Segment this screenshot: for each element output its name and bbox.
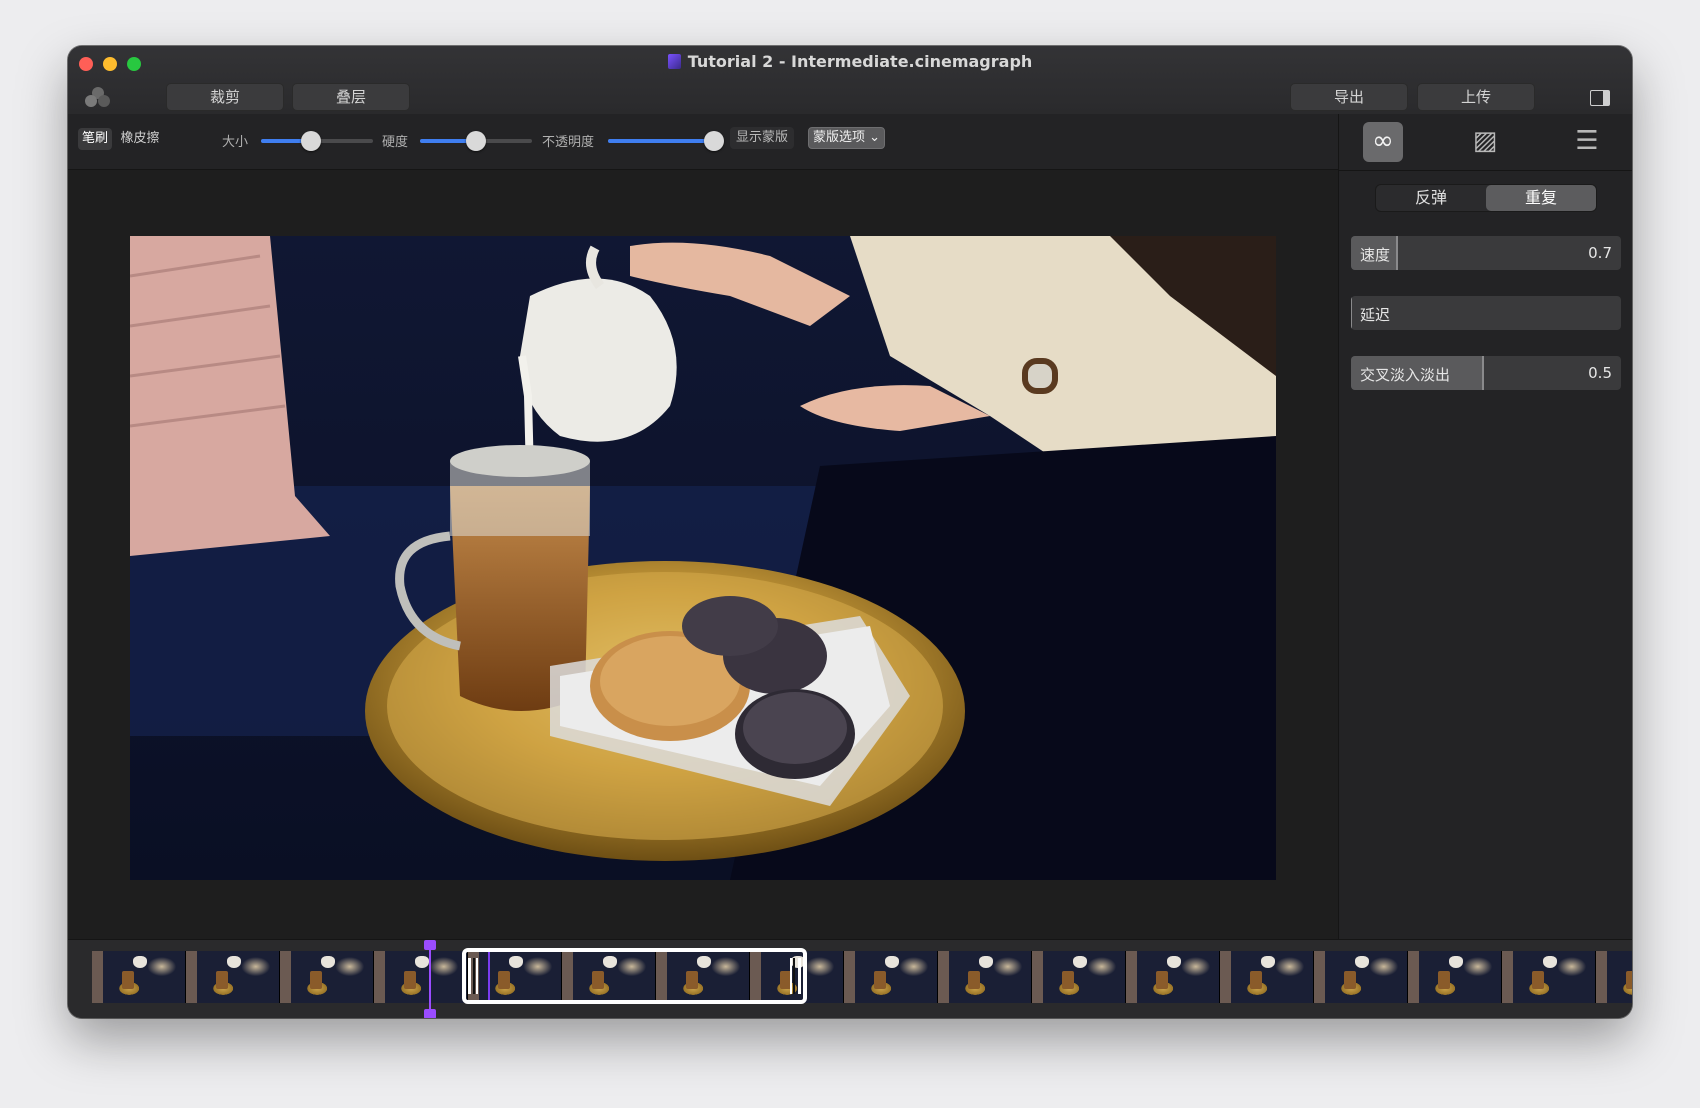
sliders-icon[interactable]: ☰ [1567, 122, 1607, 162]
hardness-slider-knob[interactable] [466, 131, 486, 151]
timeline-frame [1502, 951, 1596, 1003]
window-title-text: Tutorial 2 - Intermediate.cinemagraph [687, 52, 1033, 71]
loop-mode-control: 反弹 重复 [1375, 184, 1597, 212]
timeline-frame [1596, 951, 1632, 1003]
show-mask-toggle[interactable]: 显示蒙版 [730, 127, 795, 149]
loop-settings-panel: ∞ ▨ ☰ 反弹 重复 速度 0.7 延迟 交叉淡入淡出 0.5 [1338, 114, 1632, 939]
speed-label: 速度 [1360, 246, 1391, 264]
playhead[interactable] [424, 940, 436, 1018]
title-bar: Tutorial 2 - Intermediate.cinemagraph 裁剪… [68, 46, 1632, 115]
speed-value: 0.7 [1588, 244, 1612, 262]
size-slider[interactable] [261, 131, 373, 151]
timeline-frame [1408, 951, 1502, 1003]
delay-slider[interactable]: 延迟 [1351, 296, 1621, 330]
mask-options-dropdown[interactable]: 蒙版选项 ⌄ [808, 127, 886, 149]
brush-tool-button[interactable]: 笔刷 [78, 128, 112, 150]
timeline-frame [1032, 951, 1126, 1003]
hardness-label: 硬度 [382, 135, 409, 150]
loop-range-selection[interactable] [462, 948, 807, 1004]
window-title: Tutorial 2 - Intermediate.cinemagraph [68, 52, 1632, 71]
opacity-slider[interactable] [608, 131, 725, 151]
filmstrip[interactable] [92, 951, 1632, 1003]
eraser-tool-button[interactable]: 橡皮擦 [116, 128, 164, 150]
delay-label: 延迟 [1360, 306, 1391, 324]
opacity-label: 不透明度 [542, 135, 595, 150]
side-panel-tabs: ∞ ▨ ☰ [1339, 114, 1632, 171]
crossfade-slider[interactable]: 交叉淡入淡出 0.5 [1351, 356, 1621, 390]
app-window: Tutorial 2 - Intermediate.cinemagraph 裁剪… [68, 46, 1632, 1018]
timeline-frame [186, 951, 280, 1003]
upload-button[interactable]: 上传 [1417, 83, 1535, 111]
timeline-frame [280, 951, 374, 1003]
layers-icon[interactable] [85, 87, 111, 109]
timeline-frame [1126, 951, 1220, 1003]
video-frame-image [130, 236, 1276, 880]
crossfade-value: 0.5 [1588, 364, 1612, 382]
brush-toolbar: 笔刷 橡皮擦 大小 硬度 不透明度 显示蒙版 蒙版选项 ⌄ [68, 114, 1338, 170]
timeline-frame [844, 951, 938, 1003]
timeline-frame [1220, 951, 1314, 1003]
bounce-mode-button[interactable]: 反弹 [1376, 185, 1486, 211]
timeline-frame [92, 951, 186, 1003]
crossfade-label: 交叉淡入淡出 [1360, 366, 1451, 384]
size-slider-knob[interactable] [301, 131, 322, 151]
export-button[interactable]: 导出 [1290, 83, 1408, 111]
overlay-button[interactable]: 叠层 [292, 83, 410, 111]
repeat-mode-button[interactable]: 重复 [1486, 185, 1596, 211]
hardness-slider[interactable] [420, 131, 532, 151]
editor-area: 笔刷 橡皮擦 大小 硬度 不透明度 显示蒙版 蒙版选项 ⌄ [68, 114, 1338, 985]
size-label: 大小 [222, 135, 249, 150]
image-icon[interactable]: ▨ [1465, 122, 1505, 162]
timeline[interactable] [68, 939, 1632, 1018]
timeline-frame [374, 951, 468, 1003]
timeline-frame [1314, 951, 1408, 1003]
crop-button[interactable]: 裁剪 [166, 83, 284, 111]
speed-slider[interactable]: 速度 0.7 [1351, 236, 1621, 270]
loop-end-handle[interactable] [790, 958, 801, 994]
loop-icon[interactable]: ∞ [1363, 122, 1403, 162]
sidebar-toggle-icon[interactable] [1590, 90, 1610, 106]
opacity-slider-knob[interactable] [704, 131, 725, 151]
video-canvas[interactable] [130, 236, 1276, 880]
loop-start-handle[interactable] [468, 958, 478, 994]
document-icon [667, 54, 681, 69]
timeline-frame [938, 951, 1032, 1003]
